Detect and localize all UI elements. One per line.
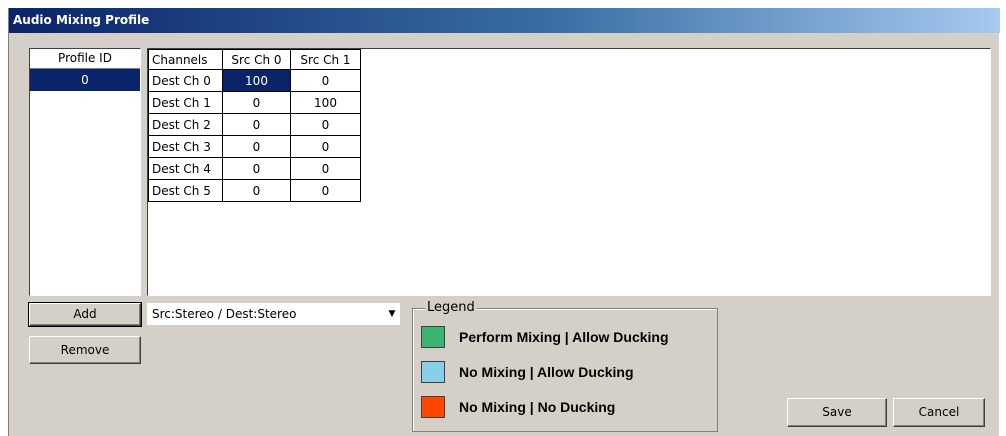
table-row: Dest Ch 5 0 0 — [148, 179, 361, 202]
window-title: Audio Mixing Profile — [9, 8, 1000, 33]
matrix-cell[interactable]: 100 — [290, 91, 361, 114]
dest-channel-label: Dest Ch 2 — [148, 113, 223, 136]
dest-channel-label: Dest Ch 1 — [148, 91, 223, 114]
matrix-cell[interactable]: 0 — [290, 179, 361, 202]
table-row: Dest Ch 2 0 0 — [148, 113, 361, 136]
mixing-matrix-table: Channels Src Ch 0 Src Ch 1 Dest Ch 0 100… — [148, 49, 361, 202]
matrix-cell[interactable]: 0 — [290, 113, 361, 136]
src-ch-1-column-header: Src Ch 1 — [290, 49, 361, 70]
table-row: Dest Ch 4 0 0 — [148, 157, 361, 180]
dest-channel-label: Dest Ch 3 — [148, 135, 223, 158]
red-swatch-icon — [421, 396, 445, 418]
chevron-down-icon[interactable]: ▼ — [387, 309, 397, 319]
profile-list-item[interactable]: 0 — [30, 69, 140, 91]
add-button[interactable]: Add — [28, 302, 142, 327]
legend-group: Legend Perform Mixing | Allow Ducking No… — [412, 300, 718, 432]
channel-mapping-value: Src:Stereo / Dest:Stereo — [152, 307, 297, 321]
matrix-cell[interactable]: 100 — [222, 69, 291, 92]
blue-swatch-icon — [421, 361, 445, 383]
table-row: Dest Ch 1 0 100 — [148, 91, 361, 114]
green-swatch-icon — [421, 326, 445, 348]
profile-id-header: Profile ID — [30, 49, 140, 69]
channels-column-header: Channels — [148, 49, 223, 70]
table-row: Dest Ch 0 100 0 — [148, 69, 361, 92]
dest-channel-label: Dest Ch 4 — [148, 157, 223, 180]
matrix-cell[interactable]: 0 — [290, 69, 361, 92]
matrix-cell[interactable]: 0 — [290, 135, 361, 158]
matrix-cell[interactable]: 0 — [222, 135, 291, 158]
dest-channel-label: Dest Ch 0 — [148, 69, 223, 92]
cancel-button[interactable]: Cancel — [893, 398, 985, 427]
table-row: Dest Ch 3 0 0 — [148, 135, 361, 158]
matrix-cell[interactable]: 0 — [290, 157, 361, 180]
save-button[interactable]: Save — [787, 398, 887, 427]
matrix-cell[interactable]: 0 — [222, 179, 291, 202]
matrix-cell[interactable]: 0 — [222, 91, 291, 114]
matrix-cell[interactable]: 0 — [222, 157, 291, 180]
legend-label: No Mixing | No Ducking — [459, 399, 616, 415]
legend-label: No Mixing | Allow Ducking — [459, 364, 634, 380]
src-ch-0-column-header: Src Ch 0 — [222, 49, 291, 70]
matrix-header-row: Channels Src Ch 0 Src Ch 1 — [148, 49, 361, 70]
dest-channel-label: Dest Ch 5 — [148, 179, 223, 202]
audio-mixing-profile-window: Audio Mixing Profile Profile ID 0 Channe… — [8, 8, 1000, 436]
mixing-matrix-panel: Channels Src Ch 0 Src Ch 1 Dest Ch 0 100… — [147, 48, 991, 296]
profile-list[interactable]: Profile ID 0 — [29, 48, 141, 296]
legend-label: Perform Mixing | Allow Ducking — [459, 329, 669, 345]
channel-mapping-select[interactable]: Src:Stereo / Dest:Stereo ▼ — [147, 303, 400, 325]
matrix-cell[interactable]: 0 — [222, 113, 291, 136]
legend-title: Legend — [425, 300, 477, 315]
remove-button[interactable]: Remove — [29, 336, 141, 364]
